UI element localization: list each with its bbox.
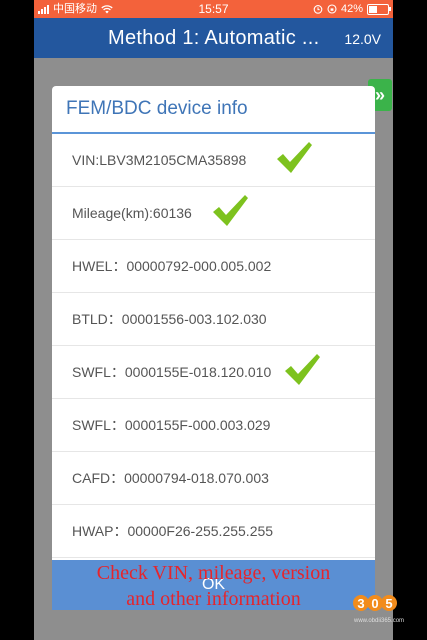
info-row: VIN:LBV3M2105CMA35898 [52, 134, 375, 187]
svg-text:5: 5 [385, 596, 392, 611]
info-row: HWEL：00000792-000.005.002 [52, 240, 375, 293]
info-row-text: HWAP：00000F26-255.255.255 [72, 523, 274, 539]
info-row-text: BTLD：00001556-003.102.030 [72, 311, 267, 327]
info-row: SWFL：0000155F-000.003.029 [52, 399, 375, 452]
green-check-icon [285, 354, 320, 385]
status-bar: 中国移动 15:57 42% [34, 0, 393, 18]
info-list: VIN:LBV3M2105CMA35898 Mileage(km):60136 … [52, 134, 375, 558]
info-row: CAFD：00000794-018.070.003 [52, 452, 375, 505]
green-check-icon [213, 195, 248, 226]
info-row-text: VIN:LBV3M2105CMA35898 [72, 152, 247, 168]
info-row: SWFL：0000155E-018.120.010 [52, 346, 375, 399]
alarm-icon [313, 5, 323, 14]
info-row-text: CAFD：00000794-018.070.003 [72, 470, 269, 486]
dialog-title: FEM/BDC device info [52, 86, 375, 134]
page-title: Method 1: Automatic ... [108, 27, 320, 49]
info-row-text: Mileage(km):60136 [72, 205, 192, 221]
green-check-icon [277, 142, 312, 173]
info-row: HWAP：00000F26-255.255.255 [52, 505, 375, 558]
info-row-text: SWFL：0000155F-000.003.029 [72, 417, 271, 433]
double-chevron-right-icon: » [374, 85, 385, 105]
obdii365-logo: 3 0 5 [353, 595, 397, 611]
orientation-lock-icon [327, 4, 337, 14]
info-row: Mileage(km):60136 [52, 187, 375, 240]
battery-percent: 42% [340, 3, 363, 15]
left-black-border [0, 0, 34, 640]
site-watermark: www.obdii365.com [354, 618, 405, 624]
info-row-text: SWFL：0000155E-018.120.010 [72, 364, 272, 380]
status-right: 42% [313, 0, 391, 18]
device-info-dialog: FEM/BDC device info VIN:LBV3M2105CMA3589… [52, 86, 375, 610]
phone-screen: 中国移动 15:57 42% Method 1: Automatic ... 1… [34, 0, 393, 640]
battery-icon [367, 3, 391, 15]
nav-bar: Method 1: Automatic ... 12.0V [34, 18, 393, 58]
right-black-border [393, 0, 427, 640]
voltage-readout: 12.0V [344, 31, 381, 47]
info-row-text: HWEL：00000792-000.005.002 [72, 258, 272, 274]
svg-text:3: 3 [357, 596, 364, 611]
info-row: BTLD：00001556-003.102.030 [52, 293, 375, 346]
svg-text:0: 0 [371, 596, 378, 611]
ok-button[interactable]: OK [52, 560, 375, 610]
